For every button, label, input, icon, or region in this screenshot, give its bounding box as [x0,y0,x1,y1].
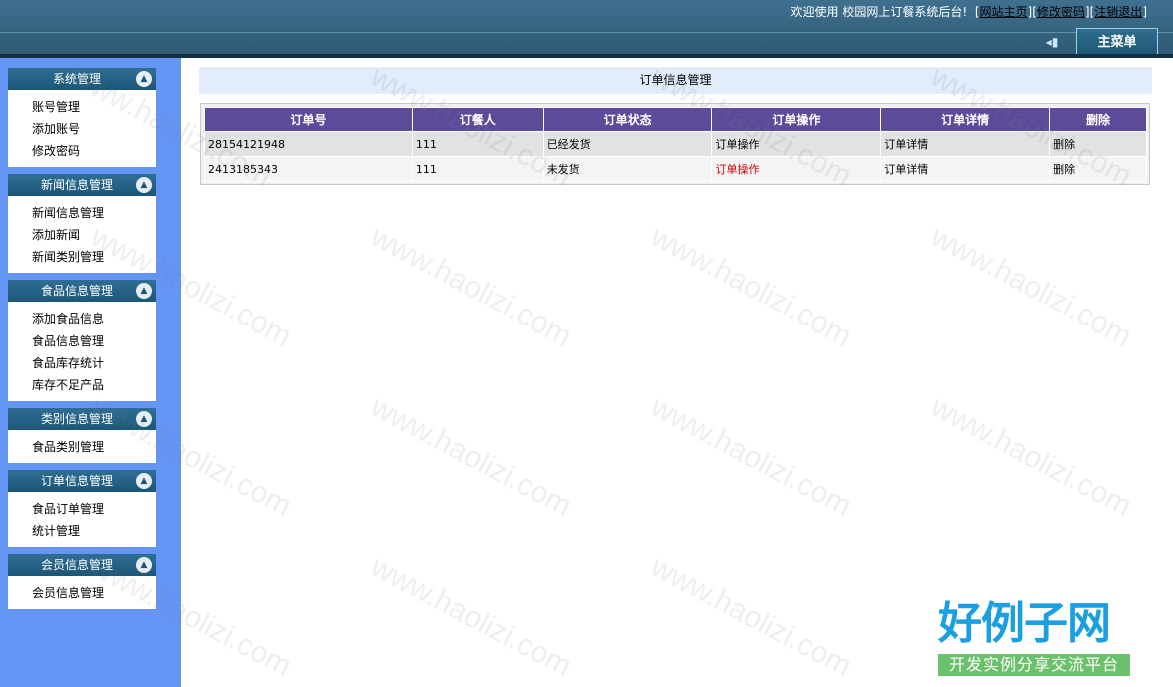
column-header: 订单号 [204,107,413,132]
delete-link[interactable]: 删除 [1049,131,1147,157]
table-row: 2413185343 111 未发货 订单操作 订单详情 删除 [204,156,1147,182]
watermark-logo: 好例子网 [938,598,1111,649]
group-header-orders[interactable]: 订单信息管理 ▲ [8,470,156,492]
order-number: 2413185343 [204,156,413,182]
customer: 111 [411,131,544,157]
watermark-text: www.haolizi.com [365,549,577,684]
sidebar-group-system: 系统管理 ▲ 账号管理 添加账号 修改密码 [8,68,156,167]
collapse-icon[interactable]: ▲ [136,557,152,573]
sidebar-item-add-food[interactable]: 添加食品信息 [8,308,156,330]
sidebar-item-food-category[interactable]: 食品类别管理 [8,436,156,458]
watermark-text: www.haolizi.com [645,219,857,354]
watermark-text: www.haolizi.com [645,549,857,684]
sidebar-item-news-category[interactable]: 新闻类别管理 [8,246,156,268]
column-header: 订餐人 [411,107,544,132]
logout-link[interactable]: 注销退出 [1094,5,1142,19]
sidebar-item-account-manage[interactable]: 账号管理 [8,96,156,118]
group-header-category[interactable]: 类别信息管理 ▲ [8,408,156,430]
order-detail-link[interactable]: 订单详情 [880,156,1051,182]
change-password-link[interactable]: 修改密码 [1037,5,1085,19]
order-status: 已经发货 [542,131,713,157]
main-menu-tab[interactable]: 主菜单 [1076,28,1158,56]
order-detail-link[interactable]: 订单详情 [880,131,1051,157]
group-title: 食品信息管理 [40,284,113,298]
column-header: 订单状态 [542,107,713,132]
sidebar-group-food: 食品信息管理 ▲ 添加食品信息 食品信息管理 食品库存统计 库存不足产品 [8,280,156,401]
group-header-system[interactable]: 系统管理 ▲ [8,68,156,90]
order-table: 订单号 订餐人 订单状态 订单操作 订单详情 删除 28154121948 11… [204,107,1147,182]
column-header: 订单详情 [880,107,1051,132]
group-title: 系统管理 [52,72,101,86]
watermark-text: www.haolizi.com [925,389,1137,524]
watermark-text: www.haolizi.com [925,219,1137,354]
column-header: 删除 [1049,107,1147,132]
group-header-members[interactable]: 会员信息管理 ▲ [8,554,156,576]
collapse-icon[interactable]: ▲ [136,71,152,87]
sidebar-item-food-manage[interactable]: 食品信息管理 [8,330,156,352]
watermark-text: www.haolizi.com [645,389,857,524]
order-status: 未发货 [542,156,713,182]
nav-toggle-icon[interactable]: ◂▮ [1042,34,1062,50]
order-number: 28154121948 [204,131,413,157]
sidebar-item-add-account[interactable]: 添加账号 [8,118,156,140]
delete-link[interactable]: 删除 [1049,156,1147,182]
sidebar-item-order-manage[interactable]: 食品订单管理 [8,498,156,520]
sidebar-item-change-password[interactable]: 修改密码 [8,140,156,162]
sidebar-item-news-manage[interactable]: 新闻信息管理 [8,202,156,224]
customer: 111 [411,156,544,182]
sidebar-group-news: 新闻信息管理 ▲ 新闻信息管理 添加新闻 新闻类别管理 [8,174,156,273]
watermark-text: www.haolizi.com [365,389,577,524]
collapse-icon[interactable]: ▲ [136,473,152,489]
group-title: 订单信息管理 [40,474,113,488]
sidebar-group-members: 会员信息管理 ▲ 会员信息管理 [8,554,156,609]
page-title: 订单信息管理 [199,67,1152,94]
sidebar-item-add-news[interactable]: 添加新闻 [8,224,156,246]
group-title: 类别信息管理 [40,412,113,426]
collapse-icon[interactable]: ▲ [136,177,152,193]
table-row: 28154121948 111 已经发货 订单操作 订单详情 删除 [204,131,1147,157]
sidebar-group-orders: 订单信息管理 ▲ 食品订单管理 统计管理 [8,470,156,547]
watermark-logo-subtitle: 开发实例分享交流平台 [938,654,1130,676]
order-operation-link[interactable]: 订单操作 [711,156,882,182]
welcome-bar: 欢迎使用 校园网上订餐系统后台! [网站主页][修改密码][注销退出] [790,5,1147,19]
group-header-news[interactable]: 新闻信息管理 ▲ [8,174,156,196]
sidebar-item-member-manage[interactable]: 会员信息管理 [8,582,156,604]
watermark-text: www.haolizi.com [365,219,577,354]
site-home-link[interactable]: 网站主页 [980,5,1028,19]
group-header-food[interactable]: 食品信息管理 ▲ [8,280,156,302]
group-title: 会员信息管理 [40,558,113,572]
table-header-row: 订单号 订餐人 订单状态 订单操作 订单详情 删除 [204,107,1147,132]
sidebar-group-category: 类别信息管理 ▲ 食品类别管理 [8,408,156,463]
column-header: 订单操作 [711,107,882,132]
welcome-text: 欢迎使用 校园网上订餐系统后台! [790,5,968,19]
order-table-container: 订单号 订餐人 订单状态 订单操作 订单详情 删除 28154121948 11… [200,103,1150,185]
sidebar-item-statistics[interactable]: 统计管理 [8,520,156,542]
header-divider [0,32,1173,33]
collapse-icon[interactable]: ▲ [136,283,152,299]
collapse-icon[interactable]: ▲ [136,411,152,427]
order-operation-link[interactable]: 订单操作 [711,131,882,157]
sidebar-item-stock-stats[interactable]: 食品库存统计 [8,352,156,374]
group-title: 新闻信息管理 [40,178,113,192]
sidebar-item-low-stock[interactable]: 库存不足产品 [8,374,156,396]
